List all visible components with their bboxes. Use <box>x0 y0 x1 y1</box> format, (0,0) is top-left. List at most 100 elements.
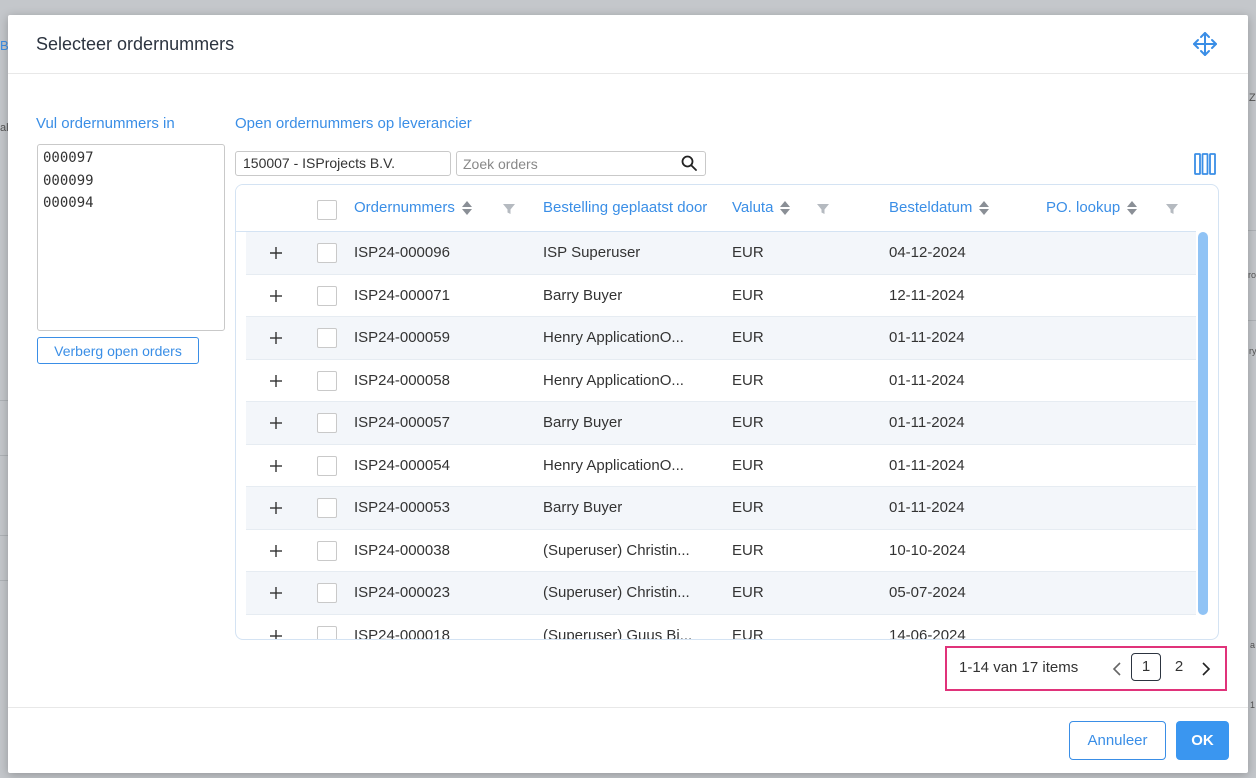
background-divider <box>0 580 8 581</box>
order-number-line: 000099 <box>43 172 94 189</box>
column-header-label: PO. lookup <box>1046 199 1121 216</box>
cell-order-date: 01-11-2024 <box>889 456 965 474</box>
expand-row-icon[interactable] <box>268 500 284 516</box>
row-checkbox[interactable] <box>317 625 337 639</box>
column-header-label: Bestelling geplaatst door <box>543 199 708 216</box>
row-checkbox[interactable] <box>317 413 337 433</box>
search-icon[interactable] <box>681 155 697 171</box>
grid-body: ISP24-000096 ISP Superuser EUR 04-12-2024 IS… <box>246 232 1196 641</box>
grid-scrollbar[interactable] <box>1198 232 1208 615</box>
cell-order-date: 01-11-2024 <box>889 499 965 516</box>
column-header-placed-by[interactable]: Bestelling geplaatst door <box>543 199 726 216</box>
pagination-info: 1-14 van 17 items <box>959 659 1079 676</box>
cancel-button[interactable]: Annuleer <box>1069 721 1166 760</box>
background-divider <box>1248 230 1256 231</box>
grid-header: Ordernummers Bestelling geplaatst door V… <box>236 185 1196 232</box>
row-checkbox[interactable] <box>317 328 337 348</box>
table-row[interactable]: ISP24-000038 (Superuser) Christin... EUR 10… <box>246 530 1196 572</box>
cell-placed-by: Henry ApplicationO... <box>543 456 684 474</box>
cell-placed-by: (Superuser) Christin... <box>543 584 690 601</box>
cell-order-date: 01-11-2024 <box>889 414 965 431</box>
move-icon[interactable] <box>1192 31 1218 57</box>
expand-row-icon[interactable] <box>268 628 284 641</box>
cell-currency: EUR <box>732 584 764 601</box>
select-all-checkbox[interactable] <box>317 200 337 220</box>
table-row[interactable]: ISP24-000059 Henry ApplicationO... EUR 01-1… <box>246 317 1196 360</box>
supplier-field[interactable]: 150007 - ISProjects B.V. <box>235 151 451 176</box>
filter-icon[interactable] <box>1165 202 1179 216</box>
background-text: Z <box>1249 92 1256 104</box>
background-divider <box>0 400 8 401</box>
column-header-besteldatum[interactable]: Besteldatum <box>889 199 1039 216</box>
cell-placed-by: Barry Buyer <box>543 499 623 516</box>
sort-icon[interactable] <box>779 200 791 216</box>
order-numbers-label: Vul ordernummers in <box>36 115 175 132</box>
row-checkbox[interactable] <box>317 583 337 603</box>
cell-order-number: ISP24-000058 <box>354 371 450 389</box>
table-row[interactable]: ISP24-000023 (Superuser) Christin... EUR 05… <box>246 572 1196 615</box>
cell-placed-by: Barry Buyer <box>543 414 623 431</box>
cell-order-number: ISP24-000053 <box>354 499 450 516</box>
cell-currency: EUR <box>732 329 764 346</box>
pagination: 1-14 van 17 items 1 2 <box>945 646 1227 691</box>
row-checkbox[interactable] <box>317 285 337 306</box>
background-text: ry <box>1249 346 1256 356</box>
expand-row-icon[interactable] <box>268 373 284 389</box>
row-checkbox[interactable] <box>317 455 337 476</box>
row-checkbox[interactable] <box>317 243 337 263</box>
cell-currency: EUR <box>732 244 764 261</box>
table-row[interactable]: ISP24-000096 ISP Superuser EUR 04-12-2024 <box>246 232 1196 275</box>
sort-icon[interactable] <box>978 200 990 216</box>
expand-row-icon[interactable] <box>268 415 284 431</box>
cell-placed-by: ISP Superuser <box>543 244 641 261</box>
column-header-label: Besteldatum <box>889 199 973 216</box>
expand-row-icon[interactable] <box>268 585 284 601</box>
cell-currency: EUR <box>732 499 764 516</box>
table-row[interactable]: ISP24-000058 Henry ApplicationO... EUR 01-1… <box>246 360 1196 402</box>
row-checkbox[interactable] <box>317 498 337 518</box>
expand-row-icon[interactable] <box>268 288 284 304</box>
expand-row-icon[interactable] <box>268 330 284 346</box>
chevron-left-icon[interactable] <box>1110 660 1124 678</box>
filter-icon[interactable] <box>816 202 830 216</box>
background-divider <box>1248 320 1256 321</box>
cell-order-date: 05-07-2024 <box>889 584 966 601</box>
column-header-valuta[interactable]: Valuta <box>732 199 862 216</box>
cell-order-date: 12-11-2024 <box>889 286 965 304</box>
table-row[interactable]: ISP24-000071 Barry Buyer EUR 12-11-2024 <box>246 275 1196 317</box>
expand-row-icon[interactable] <box>268 245 284 261</box>
cell-order-number: ISP24-000023 <box>354 584 450 601</box>
sort-icon[interactable] <box>461 200 473 216</box>
page-1-button[interactable]: 1 <box>1131 653 1161 681</box>
table-row[interactable]: ISP24-000018 (Superuser) Guus Bi... EUR 14-… <box>246 615 1196 641</box>
cell-order-date: 01-11-2024 <box>889 371 965 389</box>
order-number-line: 000094 <box>43 195 94 211</box>
cell-currency: EUR <box>732 626 764 640</box>
cell-placed-by: (Superuser) Christin... <box>543 541 690 559</box>
cell-order-date: 10-10-2024 <box>889 541 966 559</box>
search-orders-input[interactable] <box>457 152 672 175</box>
hide-open-orders-button[interactable]: Verberg open orders <box>37 337 199 364</box>
column-chooser-icon[interactable] <box>1194 152 1216 176</box>
table-row[interactable]: ISP24-000057 Barry Buyer EUR 01-11-2024 <box>246 402 1196 445</box>
ok-button[interactable]: OK <box>1176 721 1229 760</box>
filter-icon[interactable] <box>502 202 516 216</box>
expand-row-icon[interactable] <box>268 458 284 474</box>
chevron-right-icon[interactable] <box>1199 660 1213 678</box>
row-checkbox[interactable] <box>317 540 337 561</box>
table-row[interactable]: ISP24-000054 Henry ApplicationO... EUR 01-1… <box>246 445 1196 487</box>
cell-order-number: ISP24-000057 <box>354 414 450 431</box>
sort-icon[interactable] <box>1126 200 1138 216</box>
column-header-label: Valuta <box>732 199 774 216</box>
cell-currency: EUR <box>732 414 764 431</box>
cell-placed-by: Barry Buyer <box>543 286 623 304</box>
expand-row-icon[interactable] <box>268 543 284 559</box>
table-row[interactable]: ISP24-000053 Barry Buyer EUR 01-11-2024 <box>246 487 1196 530</box>
order-numbers-textarea[interactable]: 000097 000099 000094 <box>37 144 225 331</box>
row-checkbox[interactable] <box>317 370 337 391</box>
cell-currency: EUR <box>732 286 764 304</box>
footer-divider <box>8 707 1248 708</box>
select-orders-dialog: Selecteer ordernummers Vul ordernummers … <box>8 15 1248 773</box>
dialog-title: Selecteer ordernummers <box>36 34 235 54</box>
page-2-button[interactable]: 2 <box>1169 653 1189 681</box>
